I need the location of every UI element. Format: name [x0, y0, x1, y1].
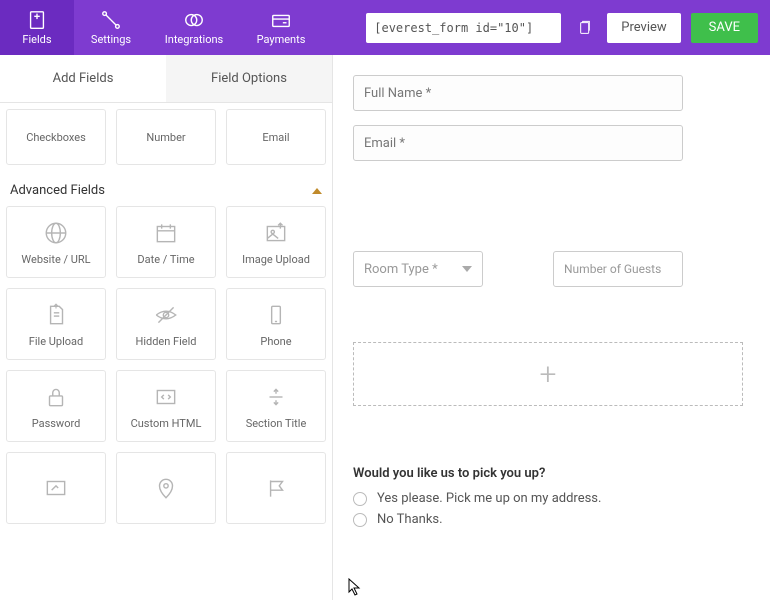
field-checkboxes[interactable]: Checkboxes — [6, 109, 106, 165]
field-label: Email — [262, 131, 289, 144]
field-signature[interactable] — [6, 452, 106, 524]
nav-fields[interactable]: Fields — [0, 0, 74, 55]
field-label: File Upload — [29, 335, 83, 348]
radio-label: Yes please. Pick me up on my address. — [377, 491, 601, 506]
placeholder-text: Room Type * — [364, 262, 438, 277]
signature-icon — [42, 474, 70, 502]
eye-off-icon — [152, 301, 180, 329]
chevron-up-icon — [312, 188, 322, 194]
email-input[interactable]: Email * — [353, 125, 683, 161]
field-label: Hidden Field — [135, 335, 196, 348]
nav-label: Fields — [22, 33, 51, 46]
field-date-time[interactable]: Date / Time — [116, 206, 216, 278]
nav-settings[interactable]: Settings — [74, 0, 148, 55]
copy-shortcode-button[interactable] — [571, 13, 597, 43]
field-label: Phone — [260, 335, 291, 348]
field-label: Date / Time — [137, 253, 194, 266]
wrench-icon — [100, 9, 122, 31]
radio-icon — [353, 492, 367, 506]
field-label: Checkboxes — [26, 131, 86, 144]
field-website-url[interactable]: Website / URL — [6, 206, 106, 278]
tab-field-options[interactable]: Field Options — [166, 55, 332, 103]
field-image-upload[interactable]: Image Upload — [226, 206, 326, 278]
field-label: Custom HTML — [131, 417, 202, 430]
globe-icon — [42, 219, 70, 247]
section-icon — [262, 383, 290, 411]
nav-label: Integrations — [165, 33, 223, 46]
preview-button[interactable]: Preview — [607, 13, 680, 43]
field-label: Number — [146, 131, 185, 144]
link-icon — [183, 9, 205, 31]
phone-icon — [262, 301, 290, 329]
field-location[interactable] — [116, 452, 216, 524]
chevron-down-icon — [462, 266, 472, 272]
placeholder-text: Full Name * — [364, 86, 431, 101]
radio-option-yes[interactable]: Yes please. Pick me up on my address. — [353, 491, 750, 506]
field-label: Password — [32, 417, 81, 430]
shortcode-input[interactable] — [366, 13, 561, 43]
save-button[interactable]: SAVE — [691, 13, 758, 43]
room-type-select[interactable]: Room Type * — [353, 251, 483, 287]
form-icon — [26, 9, 48, 31]
mouse-cursor-icon — [348, 578, 362, 600]
image-upload-icon — [262, 219, 290, 247]
tab-add-fields[interactable]: Add Fields — [0, 55, 166, 103]
lock-icon — [42, 383, 70, 411]
file-upload-icon — [42, 301, 70, 329]
nav-label: Payments — [257, 33, 306, 46]
pin-icon — [152, 474, 180, 502]
field-number[interactable]: Number — [116, 109, 216, 165]
full-name-input[interactable]: Full Name * — [353, 75, 683, 111]
placeholder-text: Email * — [364, 136, 405, 151]
card-icon — [270, 9, 292, 31]
code-icon — [152, 383, 180, 411]
field-label: Section Title — [246, 417, 307, 430]
field-label: Image Upload — [242, 253, 310, 266]
field-email[interactable]: Email — [226, 109, 326, 165]
field-hidden[interactable]: Hidden Field — [116, 288, 216, 360]
nav-payments[interactable]: Payments — [240, 0, 322, 55]
radio-option-no[interactable]: No Thanks. — [353, 512, 750, 527]
nav-label: Settings — [91, 33, 131, 46]
group-advanced-fields[interactable]: Advanced Fields — [0, 175, 332, 206]
plus-icon: + — [540, 357, 557, 392]
calendar-icon — [152, 219, 180, 247]
field-phone[interactable]: Phone — [226, 288, 326, 360]
field-password[interactable]: Password — [6, 370, 106, 442]
question-label: Would you like us to pick you up? — [353, 466, 750, 481]
radio-icon — [353, 513, 367, 527]
placeholder-text: Number of Guests — [564, 262, 661, 276]
group-label: Advanced Fields — [10, 183, 105, 198]
radio-label: No Thanks. — [377, 512, 443, 527]
field-country[interactable] — [226, 452, 326, 524]
flag-icon — [262, 474, 290, 502]
guests-input[interactable]: Number of Guests — [553, 251, 683, 287]
field-custom-html[interactable]: Custom HTML — [116, 370, 216, 442]
field-drop-zone[interactable]: + — [353, 342, 743, 406]
field-section-title[interactable]: Section Title — [226, 370, 326, 442]
field-label: Website / URL — [21, 253, 90, 266]
nav-integrations[interactable]: Integrations — [148, 0, 240, 55]
field-file-upload[interactable]: File Upload — [6, 288, 106, 360]
